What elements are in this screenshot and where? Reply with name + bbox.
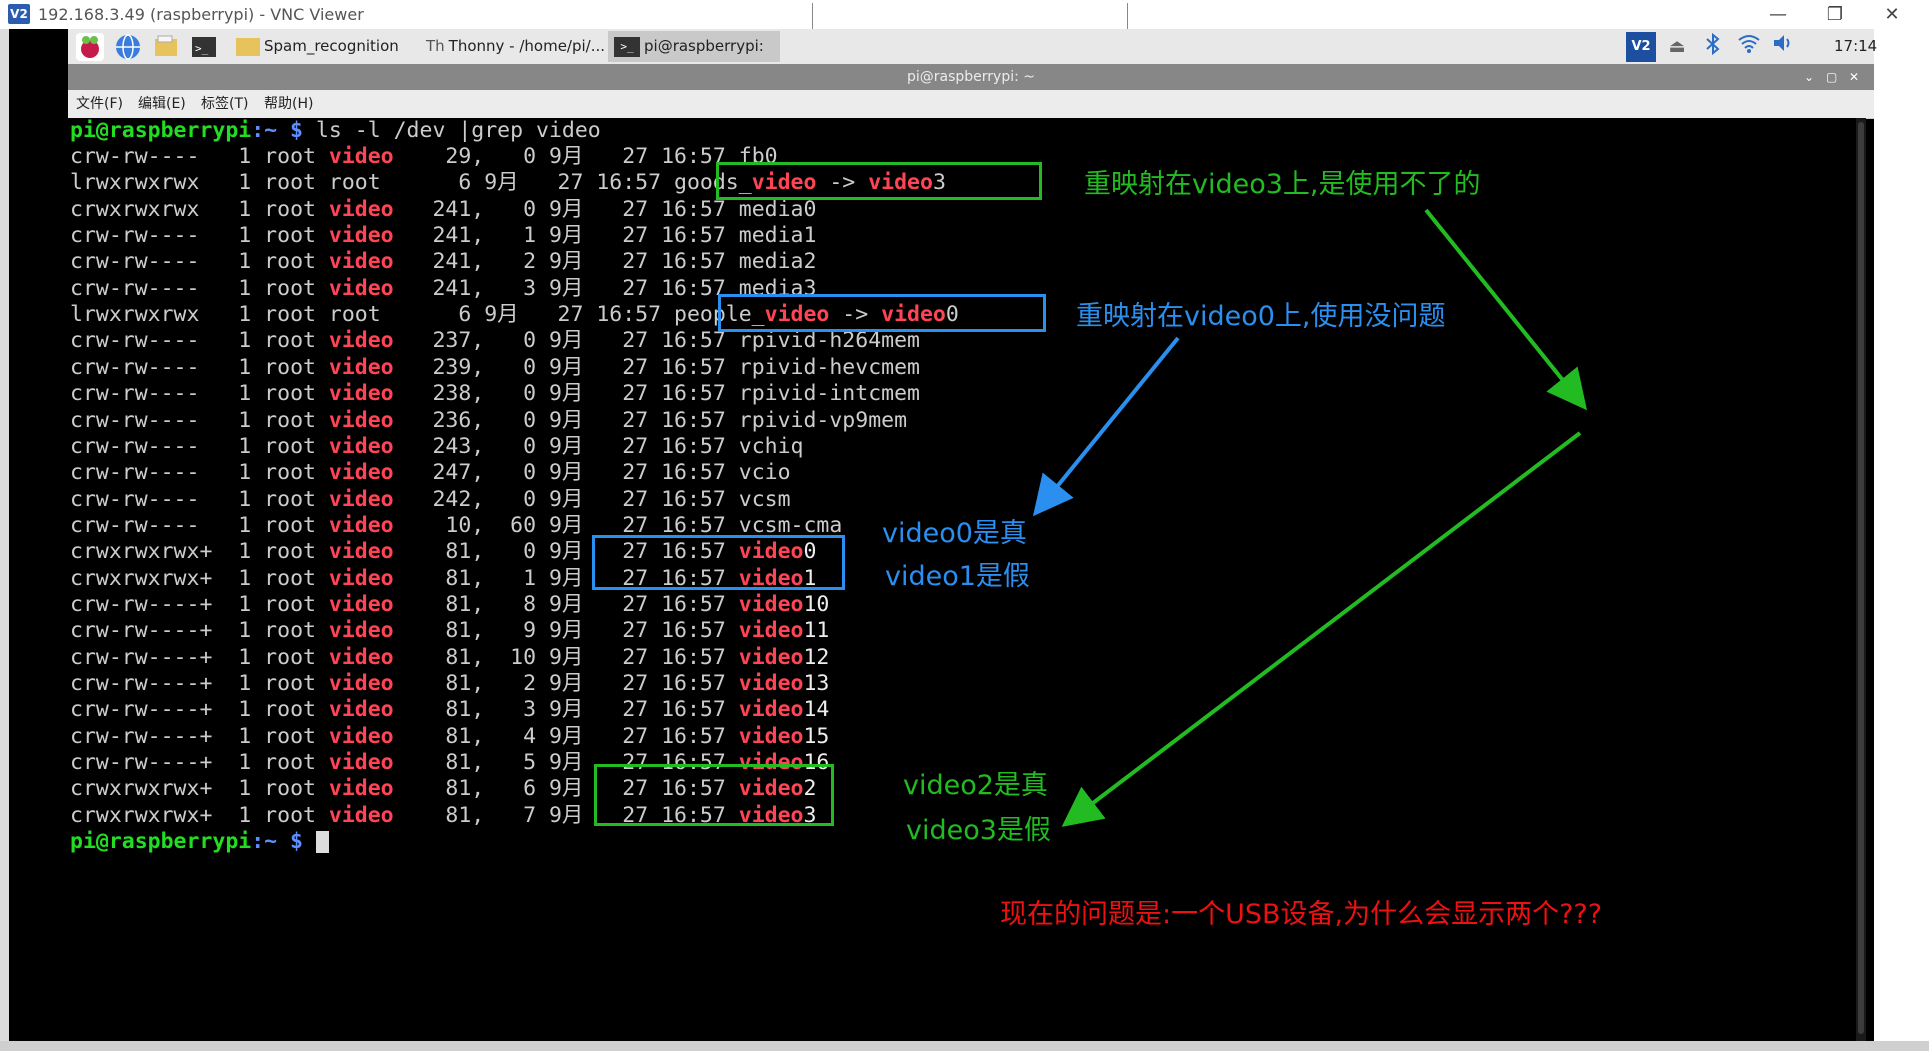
note-people-video: 重映射在video0上,使用没问题 <box>1076 301 1446 332</box>
arrow-to-video3 <box>1061 431 1582 827</box>
note-video0-real: video0是真 <box>882 518 1027 549</box>
note-video3-fake: video3是假 <box>906 815 1051 846</box>
note-question: 现在的问题是:一个USB设备,为什么会显示两个??? <box>1000 899 1603 930</box>
note-video2-real: video2是真 <box>903 770 1048 801</box>
note-video1-fake: video1是假 <box>885 561 1030 592</box>
note-goods-video: 重映射在video3上,是使用不了的 <box>1084 169 1481 200</box>
arrow-to-video0 <box>1032 336 1180 517</box>
arrow-to-right <box>1424 208 1588 411</box>
